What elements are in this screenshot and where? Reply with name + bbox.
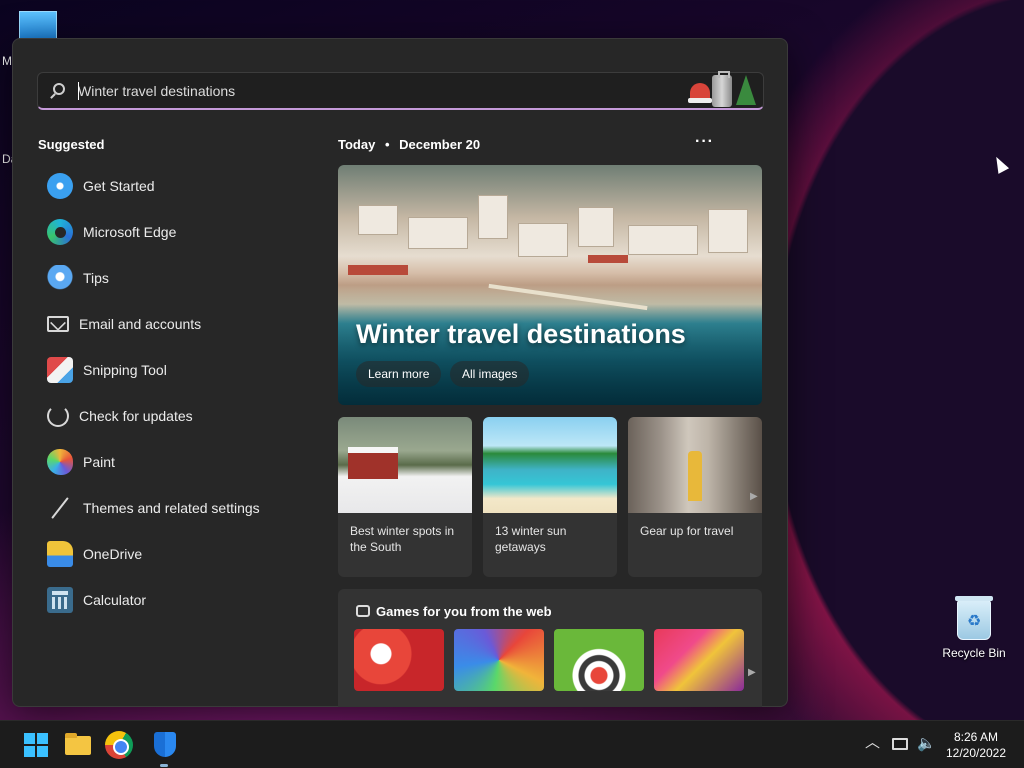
suggested-item-label: Email and accounts [79,316,202,332]
suggested-item-label: Snipping Tool [83,362,167,378]
get-started-icon [47,173,73,199]
suggested-item-label: Check for updates [79,408,193,424]
card-thumbnail [338,417,472,513]
suggested-title: Suggested [38,137,105,152]
calculator-icon [47,587,73,613]
suggested-item-label: Get Started [83,178,155,194]
hero-image-detail [588,255,628,263]
clock[interactable]: 8:26 AM 12/20/2022 [940,729,1012,761]
mail-icon [47,316,69,332]
suggested-item-label: Paint [83,454,115,470]
all-images-button[interactable]: All images [450,361,530,387]
suggested-item-edge[interactable]: Microsoft Edge [43,209,323,255]
suggested-item-label: Calculator [83,592,147,608]
suggested-item-themes[interactable]: Themes and related settings [43,485,323,531]
winter-hat-icon [688,83,712,103]
chevron-up-icon[interactable]: ︿ [865,731,880,752]
tips-icon [47,265,73,291]
brush-icon [47,495,73,521]
more-options-button[interactable]: ··· [695,133,714,151]
news-card[interactable]: Best winter spots in the South [338,417,472,577]
suggested-list: Get Started Microsoft Edge Tips Email an… [43,163,323,623]
suggested-item-calculator[interactable]: Calculator [43,577,323,623]
file-explorer-icon[interactable] [62,729,94,761]
volume-icon[interactable]: 🔈 [917,734,936,752]
recycle-bin-label: Recycle Bin [942,646,1006,660]
suggested-item-label: Themes and related settings [83,500,260,516]
today-label: Today [338,137,376,152]
hero-image-pier [488,283,648,311]
chrome-icon[interactable] [105,731,133,759]
mouse-cursor-icon [990,154,1010,174]
card-caption: Gear up for travel [640,524,734,538]
start-menu: Suggested Get Started Microsoft Edge Tip… [12,38,788,707]
edge-icon [47,219,73,245]
hero-image-detail [578,207,614,247]
active-app-indicator [160,764,168,767]
clock-time: 8:26 AM [953,730,999,744]
suggested-item-snipping-tool[interactable]: Snipping Tool [43,347,323,393]
text-caret [78,82,79,100]
hero-card[interactable]: Winter travel destinations Learn more Al… [338,165,762,405]
hero-image-detail [358,205,398,235]
search-box[interactable] [37,71,764,110]
paint-icon [47,449,73,475]
hero-image-detail [478,195,508,239]
scroll-right-icon[interactable]: ▶ [748,667,756,678]
suggested-item-get-started[interactable]: Get Started [43,163,323,209]
game-tile[interactable] [654,629,744,691]
suggested-item-label: OneDrive [83,546,143,562]
onedrive-icon [47,541,73,567]
hero-image-detail [628,225,698,255]
suggested-item-paint[interactable]: Paint [43,439,323,485]
today-date-line: Today • December 20 [338,137,480,152]
recycle-bin-icon: ♻ [955,596,993,640]
suitcase-icon [712,71,732,107]
recycle-bin[interactable]: ♻ Recycle Bin [938,596,1010,660]
news-card[interactable]: 13 winter sun getaways [483,417,617,577]
games-title: Games for you from the web [356,604,552,619]
suggested-item-email-accounts[interactable]: Email and accounts [43,301,323,347]
today-date: December 20 [399,137,481,152]
game-tile[interactable] [554,629,644,691]
game-tile[interactable] [354,629,444,691]
hero-image-detail [708,209,748,253]
game-tile[interactable] [454,629,544,691]
hero-image-detail [348,265,408,275]
taskbar: ︿ 🔈 8:26 AM 12/20/2022 [0,720,1024,768]
search-icon [53,83,65,95]
pine-tree-icon [736,75,756,105]
games-title-text: Games for you from the web [376,604,552,619]
suggested-item-label: Tips [83,270,109,286]
suggested-item-onedrive[interactable]: OneDrive [43,531,323,577]
date-separator: • [384,137,390,152]
games-icon [356,605,370,617]
card-thumbnail [628,417,762,513]
suggested-item-tips[interactable]: Tips [43,255,323,301]
snipping-tool-icon [47,357,73,383]
suggested-item-check-updates[interactable]: Check for updates [43,393,323,439]
hero-image-detail [518,223,568,257]
scroll-right-icon[interactable]: ▶ [750,491,758,502]
card-thumbnail [483,417,617,513]
clock-date: 12/20/2022 [945,746,1007,760]
card-caption: Best winter spots in the South [350,524,455,554]
news-cards: Best winter spots in the South 13 winter… [338,417,762,577]
desktop-app-icon[interactable] [19,11,57,41]
hero-image-detail [408,217,468,249]
network-icon[interactable] [892,738,908,750]
suggested-item-label: Microsoft Edge [83,224,177,240]
search-input[interactable] [78,81,678,101]
hero-title: Winter travel destinations [356,319,686,349]
update-icon [47,405,69,427]
windows-security-icon[interactable] [150,729,182,761]
desktop-label-fragment: M [2,54,12,68]
news-card[interactable]: Gear up for travel [628,417,762,577]
card-caption: 13 winter sun getaways [495,524,567,554]
start-button[interactable] [20,729,52,761]
games-section: Games for you from the web ▶ [338,589,762,707]
learn-more-button[interactable]: Learn more [356,361,442,387]
